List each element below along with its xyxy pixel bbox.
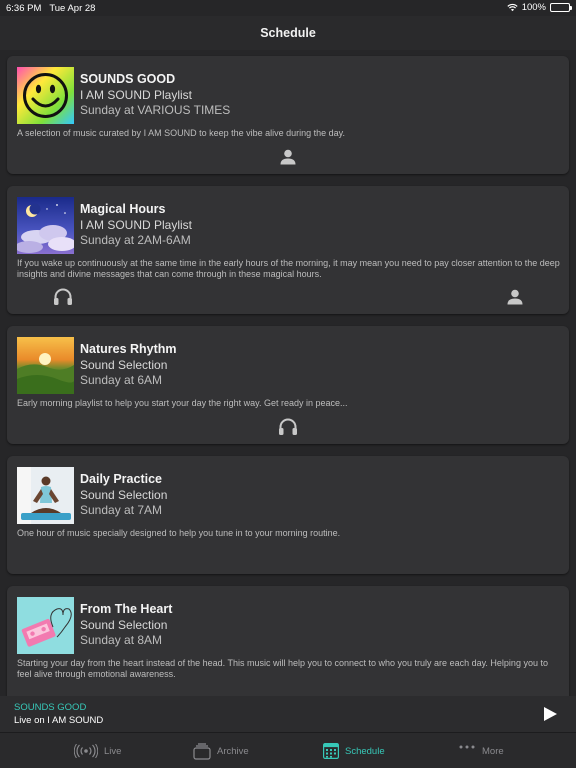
card-subtitle: Sound Selection bbox=[80, 488, 168, 502]
card-title: Natures Rhythm bbox=[80, 342, 177, 356]
tab-label: More bbox=[482, 745, 504, 757]
play-icon bbox=[544, 707, 557, 721]
card-subtitle: I AM SOUND Playlist bbox=[80, 88, 193, 102]
tab-label: Live bbox=[104, 745, 122, 757]
now-playing-subtitle: Live on I AM SOUND bbox=[14, 715, 104, 726]
schedule-card[interactable]: Daily Practice Sound Selection Sunday at… bbox=[7, 456, 569, 574]
sunrise-landscape-image bbox=[17, 337, 74, 394]
schedule-card[interactable]: Magical Hours I AM SOUND Playlist Sunday… bbox=[7, 186, 569, 314]
schedule-list[interactable]: SOUNDS GOOD I AM SOUND Playlist Sunday a… bbox=[0, 50, 576, 696]
card-title: Magical Hours bbox=[80, 202, 166, 216]
tab-more[interactable]: More bbox=[458, 733, 504, 768]
page-title: Schedule bbox=[260, 26, 316, 40]
card-description: If you wake up continuously at the same … bbox=[17, 258, 560, 279]
card-title: From The Heart bbox=[80, 602, 173, 616]
nav-bar: Schedule bbox=[0, 16, 576, 50]
card-title: SOUNDS GOOD bbox=[80, 72, 176, 86]
card-time: Sunday at 6AM bbox=[80, 373, 163, 387]
battery-icon bbox=[550, 3, 572, 12]
tab-label: Archive bbox=[217, 745, 249, 757]
status-time-date: 6:36 PM Tue Apr 28 bbox=[6, 3, 96, 14]
card-subtitle: Sound Selection bbox=[80, 358, 168, 372]
card-description: Early morning playlist to help you start… bbox=[17, 398, 348, 408]
schedule-card[interactable]: From The Heart Sound Selection Sunday at… bbox=[7, 586, 569, 696]
tab-schedule[interactable]: Schedule bbox=[323, 733, 385, 768]
tab-bar: Live Archive Schedule More bbox=[0, 732, 576, 768]
moon-clouds-image bbox=[17, 197, 74, 254]
archive-stack-icon bbox=[193, 742, 211, 760]
tab-live[interactable]: Live bbox=[74, 733, 121, 768]
card-subtitle: I AM SOUND Playlist bbox=[80, 218, 193, 232]
card-title: Daily Practice bbox=[80, 472, 162, 486]
card-time: Sunday at 2AM-6AM bbox=[80, 233, 191, 247]
wifi-icon bbox=[507, 3, 518, 12]
now-playing-title: SOUNDS GOOD bbox=[14, 702, 87, 713]
card-time: Sunday at 8AM bbox=[80, 633, 163, 647]
card-time: Sunday at 7AM bbox=[80, 503, 163, 517]
play-button[interactable] bbox=[542, 706, 558, 722]
calendar-grid-icon bbox=[323, 743, 339, 759]
now-playing-bar[interactable]: SOUNDS GOOD Live on I AM SOUND bbox=[0, 696, 576, 732]
tab-label: Schedule bbox=[345, 745, 385, 757]
card-description: One hour of music specially designed to … bbox=[17, 528, 341, 538]
battery-percent: 100% bbox=[521, 2, 546, 13]
status-bar: 6:36 PM Tue Apr 28 100% bbox=[0, 0, 576, 16]
smiley-image bbox=[17, 67, 74, 124]
meditation-image bbox=[17, 467, 74, 524]
more-dots-icon bbox=[459, 745, 475, 749]
person-icon[interactable] bbox=[504, 286, 526, 308]
status-right: 100% bbox=[507, 2, 572, 13]
tab-archive[interactable]: Archive bbox=[193, 733, 249, 768]
radio-waves-icon bbox=[74, 744, 98, 758]
headphones-icon[interactable] bbox=[277, 416, 299, 438]
cassette-heart-image bbox=[17, 597, 74, 654]
card-subtitle: Sound Selection bbox=[80, 618, 168, 632]
card-description: Starting your day from the heart instead… bbox=[17, 658, 548, 679]
headphones-icon[interactable] bbox=[52, 286, 74, 308]
person-icon[interactable] bbox=[277, 146, 299, 168]
card-description: A selection of music curated by I AM SOU… bbox=[17, 128, 345, 138]
card-time: Sunday at VARIOUS TIMES bbox=[80, 103, 231, 117]
schedule-card[interactable]: Natures Rhythm Sound Selection Sunday at… bbox=[7, 326, 569, 444]
schedule-card[interactable]: SOUNDS GOOD I AM SOUND Playlist Sunday a… bbox=[7, 56, 569, 174]
